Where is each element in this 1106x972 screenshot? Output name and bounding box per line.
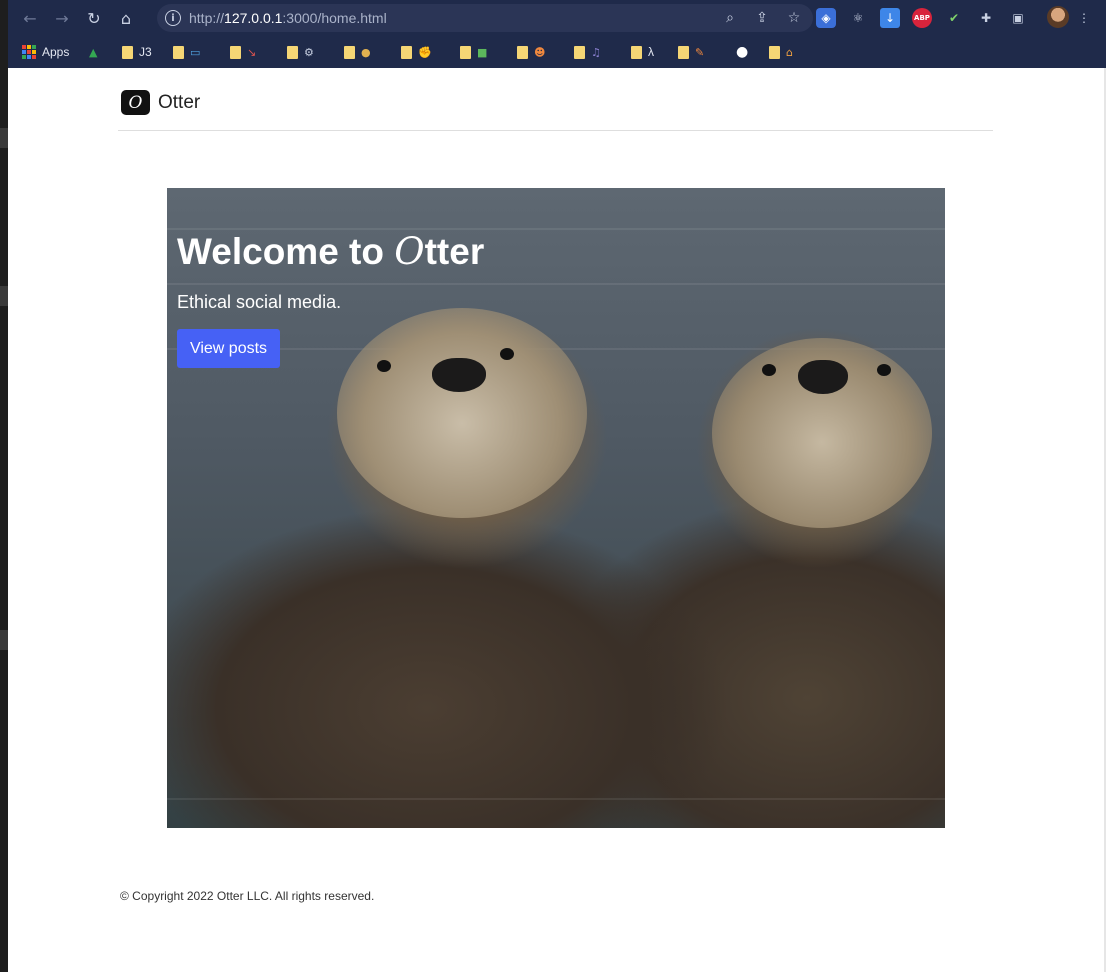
gear-icon: ⚙	[304, 45, 314, 59]
hero-banner: Welcome to Otter Ethical social media. V…	[167, 188, 945, 828]
browser-menu-icon[interactable]: ⋮	[1074, 8, 1094, 28]
bookmark-folder[interactable]: ⌂	[769, 43, 793, 61]
sliver-bar	[0, 286, 8, 306]
reload-icon[interactable]: ↻	[84, 8, 104, 28]
back-icon[interactable]: ←	[20, 8, 40, 28]
bookmark-star-icon[interactable]: ☆	[783, 8, 805, 28]
address-url[interactable]: http://127.0.0.1:3000/home.html	[189, 10, 387, 26]
github-icon: ●	[736, 44, 749, 60]
share-icon[interactable]: ⇪	[751, 8, 773, 28]
adblock-extension-icon[interactable]: ABP	[912, 8, 932, 28]
bookmark-folder-lambda[interactable]: λ	[631, 43, 654, 61]
side-panel-icon[interactable]: ▣	[1008, 8, 1028, 28]
bookmark-apps[interactable]: Apps	[22, 43, 69, 61]
folder-icon	[769, 45, 780, 59]
address-bar[interactable]: i http://127.0.0.1:3000/home.html ⌕ ⇪ ☆	[157, 4, 813, 32]
folder-icon	[678, 45, 689, 59]
sliver-bar	[0, 630, 8, 650]
music-icon: ♫	[591, 45, 601, 59]
sliver-bar	[0, 128, 8, 148]
apps-grid-icon	[22, 45, 36, 59]
view-posts-button[interactable]: View posts	[177, 329, 280, 368]
bookmark-folder[interactable]: ♫	[574, 43, 601, 61]
browser-toolbar: ← → ↻ ⌂ i http://127.0.0.1:3000/home.htm…	[8, 0, 1106, 36]
otter-eye	[500, 348, 514, 360]
bookmarks-bar: Apps ▲ J3 ▭ ↘ ⚙ ● ✊ ■ ☻ ♫ λ ✎ ● ⌂	[8, 36, 1106, 68]
otter-photo-left	[337, 308, 587, 518]
forward-icon[interactable]: →	[52, 8, 72, 28]
download-extension-icon[interactable]: ↓	[880, 8, 900, 28]
background-window-sliver	[0, 0, 8, 972]
house-icon: ⌂	[786, 45, 793, 59]
bookmark-folder[interactable]: ⚙	[287, 43, 314, 61]
otter-eye	[762, 364, 776, 376]
otter-nose	[432, 358, 486, 392]
footer-copyright: © Copyright 2022 Otter LLC. All rights r…	[120, 889, 375, 903]
folder-icon	[173, 45, 184, 59]
otter-nose	[798, 360, 848, 394]
bird-icon: ↘	[247, 45, 257, 59]
blocks-icon: ■	[477, 45, 488, 59]
bookmark-folder[interactable]: ☻	[517, 43, 545, 61]
hero-subtitle: Ethical social media.	[177, 292, 342, 312]
flexed-arm-icon: ✊	[418, 45, 432, 59]
home-icon[interactable]: ⌂	[116, 8, 136, 28]
bookmark-folder[interactable]: ✊	[401, 43, 432, 61]
color-picker-extension-icon[interactable]: ✔	[944, 8, 964, 28]
folder-icon	[631, 45, 642, 59]
profile-avatar[interactable]	[1047, 6, 1069, 28]
folder-icon	[574, 45, 585, 59]
bookmark-folder[interactable]: ↘	[230, 43, 256, 61]
folder-icon	[401, 45, 412, 59]
monitor-icon: ▭	[190, 45, 201, 59]
folder-icon	[230, 45, 241, 59]
react-devtools-extension-icon[interactable]: ⚛	[848, 8, 868, 28]
folder-icon	[460, 45, 471, 59]
pencil-icon: ✎	[695, 45, 705, 59]
bookmark-google-drive[interactable]: ▲	[89, 43, 97, 61]
otter-logo-icon[interactable]: O	[121, 90, 150, 115]
bookmark-folder[interactable]: ▭	[173, 43, 200, 61]
bitwarden-extension-icon[interactable]: ◈	[816, 8, 836, 28]
google-drive-icon: ▲	[89, 45, 98, 59]
money-bag-icon: ●	[361, 45, 371, 59]
page-content: O Otter Welcome to Otter Ethical social …	[8, 68, 1104, 972]
folder-icon	[122, 45, 133, 59]
hero-title: Welcome to Otter	[177, 230, 485, 273]
otter-eye	[377, 360, 391, 372]
site-info-icon[interactable]: i	[165, 10, 181, 26]
folder-icon	[517, 45, 528, 59]
bookmark-github[interactable]: ●	[736, 43, 748, 61]
folder-icon	[287, 45, 298, 59]
brand-link[interactable]: Otter	[158, 92, 200, 114]
site-header: O Otter	[118, 68, 993, 131]
bookmark-folder[interactable]: ■	[460, 43, 487, 61]
bookmark-folder-j3[interactable]: J3	[122, 43, 152, 61]
bookmark-folder[interactable]: ✎	[678, 43, 704, 61]
extensions-puzzle-icon[interactable]: ✚	[976, 8, 996, 28]
folder-icon	[344, 45, 355, 59]
bookmark-folder[interactable]: ●	[344, 43, 371, 61]
otter-eye	[877, 364, 891, 376]
zoom-icon[interactable]: ⌕	[719, 8, 741, 28]
face-icon: ☻	[534, 45, 546, 59]
